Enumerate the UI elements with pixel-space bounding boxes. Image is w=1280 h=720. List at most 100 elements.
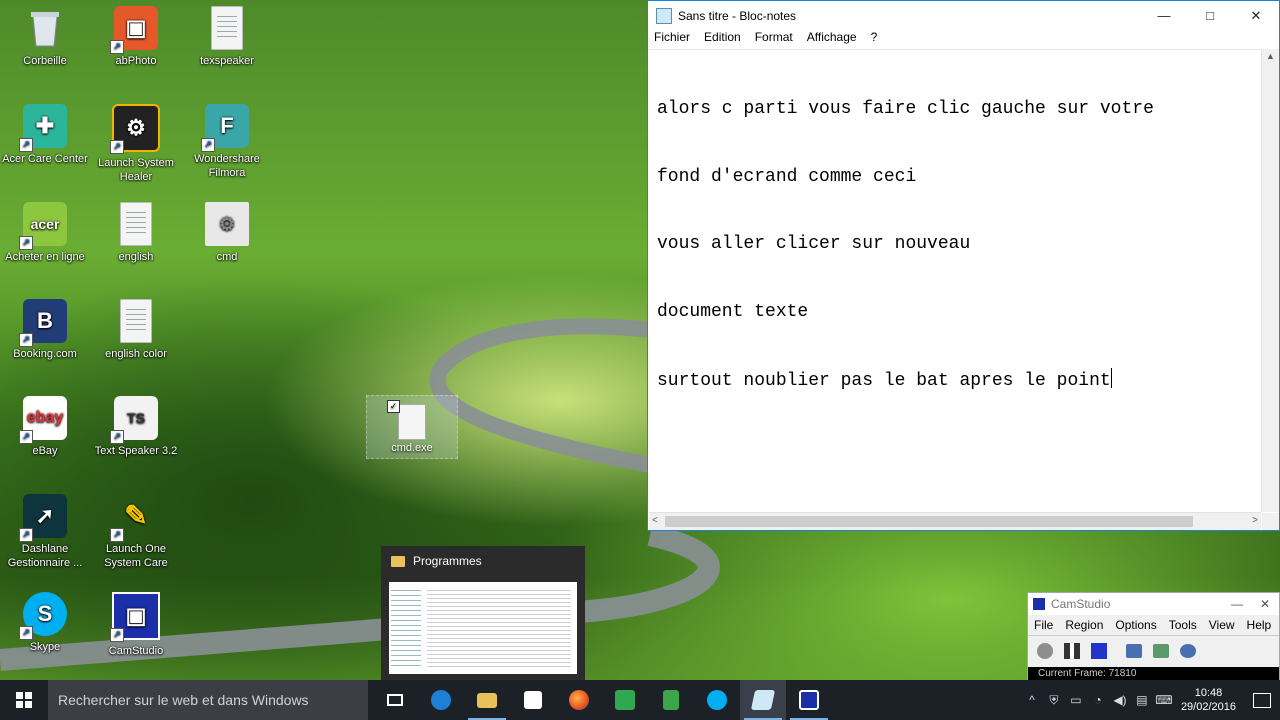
scroll-right-arrow-icon[interactable]: > bbox=[1252, 515, 1258, 526]
desktop-icon-texspeaker[interactable]: texspeaker bbox=[182, 6, 272, 68]
text-line: document texte bbox=[657, 301, 809, 322]
region-button[interactable] bbox=[1123, 640, 1145, 662]
photo-app-icon: ▣ ↗ bbox=[110, 6, 158, 54]
antivirus-shield-icon[interactable]: ⛨ bbox=[1043, 693, 1065, 708]
taskbar-skype[interactable] bbox=[694, 680, 740, 720]
minimize-button[interactable]: — bbox=[1223, 597, 1251, 611]
menu-edition[interactable]: Edition bbox=[704, 30, 741, 48]
clock[interactable]: 10:48 29/02/2016 bbox=[1181, 686, 1236, 714]
region-icon bbox=[1126, 644, 1142, 658]
desktop-icon-skype[interactable]: S ↗ Skype bbox=[0, 592, 90, 654]
notebook-icon bbox=[663, 690, 679, 710]
start-button[interactable] bbox=[0, 680, 48, 720]
skype-icon bbox=[707, 690, 727, 710]
taskbar-firefox[interactable] bbox=[556, 680, 602, 720]
task-view-button[interactable] bbox=[372, 680, 418, 720]
horizontal-scrollbar[interactable]: < > bbox=[649, 512, 1261, 530]
keyboard-icon[interactable]: ⌨ bbox=[1153, 693, 1175, 707]
horizontal-scroll-thumb[interactable] bbox=[665, 516, 1193, 527]
notification-icon bbox=[1253, 692, 1271, 708]
cloud-app-icon bbox=[615, 690, 635, 710]
scroll-up-arrow-icon[interactable]: ▲ bbox=[1262, 51, 1279, 61]
menu-fichier[interactable]: Fichier bbox=[654, 30, 690, 48]
camstudio-window[interactable]: CamStudio — ✕ File Region Options Tools … bbox=[1027, 592, 1280, 682]
desktop-icon-acer-care-center[interactable]: ✚ ↗ Acer Care Center bbox=[0, 104, 90, 166]
desktop-icon-system-healer[interactable]: ⚙ ↗ Launch System Healer bbox=[91, 104, 181, 184]
taskbar-notepad[interactable] bbox=[740, 680, 786, 720]
desktop-icon-text-speaker[interactable]: TS ↗ Text Speaker 3.2 bbox=[91, 396, 181, 458]
close-button[interactable]: ✕ bbox=[1233, 1, 1279, 30]
selection-checkbox[interactable]: ✓ bbox=[387, 400, 400, 413]
annotation-button[interactable] bbox=[1150, 640, 1172, 662]
message-icon[interactable]: ▤ bbox=[1131, 693, 1153, 707]
notepad-window[interactable]: Sans titre - Bloc-notes — □ ✕ Fichier Ed… bbox=[647, 0, 1280, 531]
batch-file-icon bbox=[398, 404, 426, 440]
menu-options[interactable]: Options bbox=[1115, 618, 1156, 632]
taskbar-store[interactable] bbox=[510, 680, 556, 720]
stop-icon bbox=[1091, 643, 1107, 659]
notepad-text-area[interactable]: alors c parti vous faire clic gauche sur… bbox=[649, 49, 1261, 512]
menu-format[interactable]: Format bbox=[755, 30, 793, 48]
swf-button[interactable] bbox=[1177, 640, 1199, 662]
desktop-icon-one-system-care[interactable]: ✎ ↗ Launch One System Care bbox=[91, 494, 181, 570]
system-healer-icon: ⚙ ↗ bbox=[110, 104, 160, 154]
batch-file-icon: ⚙ bbox=[205, 202, 249, 246]
taskbar-app-green[interactable] bbox=[602, 680, 648, 720]
taskbar-camstudio[interactable] bbox=[786, 680, 832, 720]
show-hidden-icons-chevron-icon[interactable]: ^ bbox=[1021, 693, 1043, 707]
close-button[interactable]: ✕ bbox=[1251, 597, 1279, 611]
taskbar-evernote[interactable] bbox=[648, 680, 694, 720]
menu-region[interactable]: Region bbox=[1065, 618, 1103, 632]
desktop-icon-english[interactable]: english bbox=[91, 202, 181, 264]
desktop-icon-abphoto[interactable]: ▣ ↗ abPhoto bbox=[91, 6, 181, 68]
camstudio-title-bar[interactable]: CamStudio — ✕ bbox=[1028, 593, 1279, 615]
text-line: fond d'ecrand comme ceci bbox=[657, 166, 917, 187]
menu-help[interactable]: Help bbox=[1247, 618, 1272, 632]
pause-button[interactable] bbox=[1061, 640, 1083, 662]
scroll-left-arrow-icon[interactable]: < bbox=[652, 515, 658, 526]
dragged-file-cmd-exe[interactable]: ✓ cmd.exe bbox=[366, 395, 458, 459]
search-placeholder: Rechercher sur le web et dans Windows bbox=[58, 692, 309, 708]
action-center-button[interactable] bbox=[1244, 680, 1280, 720]
taskbar-file-explorer[interactable] bbox=[464, 680, 510, 720]
taskbar-edge[interactable] bbox=[418, 680, 464, 720]
network-icon[interactable]: ◔ bbox=[1087, 693, 1109, 707]
camstudio-toolbar bbox=[1028, 635, 1279, 666]
menu-file[interactable]: File bbox=[1034, 618, 1053, 632]
maximize-button[interactable]: □ bbox=[1187, 1, 1233, 30]
notepad-app-icon bbox=[656, 7, 672, 24]
desktop-icon-acheter-en-ligne[interactable]: acer ↗ Acheter en ligne bbox=[0, 202, 90, 264]
menu-tools[interactable]: Tools bbox=[1169, 618, 1197, 632]
minimize-button[interactable]: — bbox=[1141, 1, 1187, 30]
battery-icon[interactable]: ▭ bbox=[1065, 693, 1087, 707]
record-button[interactable] bbox=[1034, 640, 1056, 662]
text-file-icon bbox=[211, 6, 243, 50]
search-box[interactable]: Rechercher sur le web et dans Windows bbox=[48, 680, 368, 720]
taskbar-thumbnail-programmes[interactable]: Programmes bbox=[381, 546, 585, 682]
menu-affichage[interactable]: Affichage bbox=[807, 30, 857, 48]
text-line-last: surtout noublier pas le bat apres le poi… bbox=[657, 368, 1253, 391]
store-icon bbox=[524, 691, 542, 709]
clock-date: 29/02/2016 bbox=[1180, 701, 1236, 713]
notepad-icon bbox=[750, 690, 776, 710]
menu-help[interactable]: ? bbox=[871, 30, 878, 48]
desktop-icon-recycle-bin[interactable]: Corbeille bbox=[0, 6, 90, 68]
menu-view[interactable]: View bbox=[1209, 618, 1235, 632]
desktop-icon-filmora[interactable]: F ↗ Wondershare Filmora bbox=[182, 104, 272, 180]
stop-button[interactable] bbox=[1088, 640, 1110, 662]
notepad-title-bar[interactable]: Sans titre - Bloc-notes — □ ✕ bbox=[648, 1, 1279, 30]
camstudio-title: CamStudio bbox=[1051, 597, 1111, 611]
skype-icon: S ↗ bbox=[19, 592, 67, 640]
camstudio-icon bbox=[799, 690, 819, 710]
volume-icon[interactable]: ◀) bbox=[1109, 693, 1131, 707]
desktop-icon-booking[interactable]: B ↗ Booking.com bbox=[0, 299, 90, 361]
explorer-window-preview[interactable] bbox=[389, 582, 577, 674]
desktop-icon-camstudio[interactable]: ▣ ↗ CamStudio bbox=[91, 592, 181, 658]
thumbnail-title: Programmes bbox=[413, 554, 482, 568]
desktop-icon-english-color[interactable]: english color bbox=[91, 299, 181, 361]
vertical-scrollbar[interactable]: ▲ bbox=[1261, 49, 1279, 512]
desktop-icon-dashlane[interactable]: ➚ ↗ Dashlane Gestionnaire ... bbox=[0, 494, 90, 570]
desktop-icon-cmd[interactable]: ⚙ cmd bbox=[182, 202, 272, 264]
text-file-icon bbox=[120, 202, 152, 246]
desktop-icon-ebay[interactable]: ebay ↗ eBay bbox=[0, 396, 90, 458]
